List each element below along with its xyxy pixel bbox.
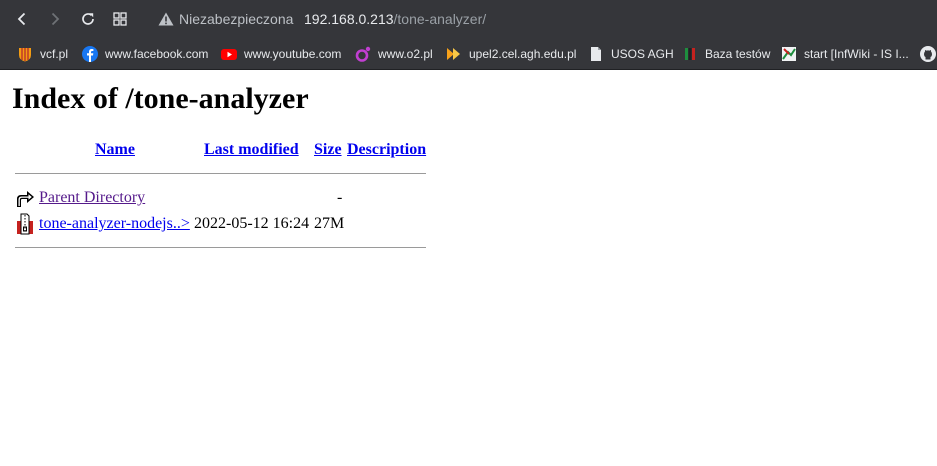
bookmark-facebook[interactable]: www.facebook.com bbox=[82, 43, 208, 65]
bookmark-baza[interactable]: Baza testów bbox=[682, 43, 770, 65]
wiki-favicon bbox=[781, 46, 797, 62]
github-icon bbox=[920, 46, 936, 62]
page-icon bbox=[588, 46, 604, 62]
warning-icon bbox=[158, 12, 174, 26]
bookmarks-bar: vcf.pl www.facebook.com www.youtube.com bbox=[0, 38, 937, 69]
forward-icon bbox=[51, 12, 60, 26]
back-folder-icon bbox=[17, 191, 34, 207]
facebook-icon bbox=[82, 46, 98, 62]
security-label[interactable]: Niezabezpieczona bbox=[179, 11, 293, 27]
bookmark-o2[interactable]: www.o2.pl bbox=[355, 43, 433, 65]
header-divider bbox=[15, 173, 426, 174]
bookmark-upel[interactable]: upel2.cel.agh.edu.pl bbox=[446, 43, 576, 65]
bookmark-github[interactable] bbox=[920, 43, 937, 65]
reload-icon bbox=[82, 13, 94, 25]
last-modified-cell: 2022-05-12 16:24 bbox=[194, 215, 310, 232]
bookmark-label: start [InfWiki - IS I... bbox=[804, 47, 909, 61]
bookmark-infwiki[interactable]: start [InfWiki - IS I... bbox=[781, 43, 909, 65]
bookmark-label: vcf.pl bbox=[40, 47, 69, 61]
file-link[interactable]: tone-analyzer-nodejs..> bbox=[39, 215, 190, 233]
table-row: Parent Directory - bbox=[12, 187, 432, 209]
footer-divider bbox=[15, 247, 426, 248]
size-cell: - bbox=[337, 189, 343, 206]
address-bar[interactable]: Niezabezpieczona 192.168.0.213/tone-anal… bbox=[148, 5, 937, 33]
baza-favicon bbox=[682, 46, 698, 62]
column-header-name[interactable]: Name bbox=[95, 141, 135, 159]
url-host: 192.168.0.213 bbox=[304, 11, 394, 27]
moodle-icon bbox=[446, 46, 462, 62]
column-header-description[interactable]: Description bbox=[347, 141, 426, 159]
size-cell: 27M bbox=[314, 215, 345, 232]
column-header-last-modified[interactable]: Last modified bbox=[204, 141, 299, 159]
bookmark-label: www.youtube.com bbox=[244, 47, 342, 61]
o2-icon bbox=[355, 46, 371, 62]
browser-chrome: Niezabezpieczona 192.168.0.213/tone-anal… bbox=[0, 0, 937, 70]
bookmark-vcf[interactable]: vcf.pl bbox=[17, 43, 68, 65]
youtube-icon bbox=[221, 46, 237, 62]
reload-button[interactable] bbox=[76, 7, 100, 31]
bookmark-label: USOS AGH bbox=[611, 47, 674, 61]
url-path: /tone-analyzer/ bbox=[393, 11, 487, 27]
bookmark-label: upel2.cel.agh.edu.pl bbox=[469, 47, 577, 61]
page-title: Index of /tone-analyzer bbox=[12, 82, 309, 115]
back-button[interactable] bbox=[10, 7, 34, 31]
url-text[interactable]: 192.168.0.213/tone-analyzer/ bbox=[304, 11, 486, 27]
navigation-bar: Niezabezpieczona 192.168.0.213/tone-anal… bbox=[0, 0, 937, 38]
compressed-file-icon bbox=[17, 213, 33, 235]
apps-grid-icon bbox=[113, 12, 127, 26]
back-icon bbox=[17, 12, 26, 26]
bookmark-label: www.o2.pl bbox=[378, 47, 433, 61]
bookmark-label: www.facebook.com bbox=[105, 47, 209, 61]
apps-button[interactable] bbox=[108, 7, 132, 31]
table-row: tone-analyzer-nodejs..> 2022-05-12 16:24… bbox=[12, 213, 432, 235]
column-header-size[interactable]: Size bbox=[314, 141, 342, 159]
parent-directory-link[interactable]: Parent Directory bbox=[39, 189, 145, 207]
bookmark-usos[interactable]: USOS AGH bbox=[588, 43, 674, 65]
bookmark-label: Baza testów bbox=[705, 47, 771, 61]
forward-button[interactable] bbox=[43, 7, 67, 31]
bookmark-youtube[interactable]: www.youtube.com bbox=[221, 43, 341, 65]
vcf-favicon bbox=[17, 46, 33, 62]
page-content: Index of /tone-analyzer Name Last modifi… bbox=[0, 70, 937, 466]
